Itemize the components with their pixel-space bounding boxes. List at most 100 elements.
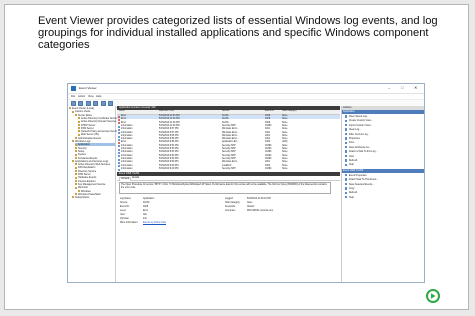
actions-section-event[interactable]: Event 1008, Perflib — [342, 168, 424, 173]
action-item[interactable]: Import Custom View... — [345, 124, 372, 128]
folder-icon — [75, 170, 77, 173]
play-circle-icon[interactable] — [426, 289, 440, 303]
action-item[interactable]: View — [345, 155, 354, 159]
action-label: Create Custom View... — [348, 119, 373, 123]
col-date[interactable]: Date and Time — [159, 110, 174, 113]
folder-icon — [75, 173, 77, 176]
action-label: Open Saved Log... — [348, 115, 369, 118]
action-item[interactable]: Help — [345, 196, 354, 200]
folder-icon — [78, 130, 80, 133]
folder-icon — [78, 117, 80, 120]
action-label: Event Properties — [348, 173, 367, 177]
close-button[interactable]: ✕ — [414, 86, 417, 90]
field-label: Keywords: — [225, 206, 236, 208]
action-icon — [345, 182, 348, 186]
action-label: Properties — [348, 137, 360, 140]
event-list-pane: Application Number of events: 500 Level … — [117, 106, 340, 282]
action-label: Save All Events As... — [348, 145, 371, 149]
folder-icon — [75, 113, 77, 116]
action-icon — [345, 195, 348, 199]
action-item[interactable]: Help — [345, 163, 354, 167]
col-task-category[interactable]: Task Category — [282, 110, 297, 113]
folder-icon — [75, 146, 77, 149]
field-label: Logged: — [225, 198, 234, 200]
action-icon — [345, 159, 348, 162]
action-label: Help — [348, 163, 354, 167]
actions-section-application[interactable]: Application — [342, 110, 424, 114]
col-event-id[interactable]: Event ID — [265, 110, 274, 113]
field-label: Event ID: — [120, 206, 130, 208]
folder-icon — [78, 127, 80, 130]
action-item[interactable]: Open Saved Log... — [345, 115, 369, 119]
info-icon — [118, 168, 120, 171]
slide: Event Viewer provides categorized lists … — [4, 4, 469, 310]
action-icon — [345, 123, 348, 127]
event-list-title: Application Number of events: 500 — [119, 106, 156, 109]
tab-general[interactable]: General — [119, 176, 132, 181]
action-item[interactable]: Save Selected Events... — [345, 183, 374, 187]
col-level[interactable]: Level — [119, 110, 125, 113]
minimize-button[interactable]: – — [388, 86, 390, 90]
field-label: Level: — [120, 210, 127, 212]
menu-action[interactable]: Action — [78, 95, 85, 98]
tree-item[interactable]: Subscriptions — [72, 196, 115, 199]
action-item[interactable]: Filter Current Log... — [345, 133, 369, 137]
action-label: Copy — [348, 187, 355, 190]
field-label: User: — [120, 214, 126, 216]
action-label: Clear Log... — [348, 128, 362, 132]
event-viewer-icon — [71, 86, 76, 91]
field-label: OpCode: — [120, 218, 130, 220]
action-label: Import Custom View... — [348, 123, 373, 127]
field-value: N/A — [143, 214, 147, 216]
field-value: Info — [143, 218, 147, 220]
folder-icon — [75, 150, 77, 153]
online-help-link[interactable]: Event Log Online Help — [143, 222, 166, 225]
row-task: None — [282, 167, 288, 170]
action-item[interactable]: Refresh — [345, 191, 357, 195]
field-value: Error — [143, 210, 149, 212]
field-value: Perflib — [143, 202, 150, 204]
action-label: Refresh — [348, 191, 358, 195]
action-icon — [345, 163, 348, 166]
menu-view[interactable]: View — [88, 95, 94, 98]
action-label: Refresh — [348, 159, 358, 162]
tree-item-label: Subscriptions — [75, 196, 90, 200]
action-label: Attach a Task To this Log... — [348, 150, 378, 154]
action-label: Filter Current Log... — [348, 132, 370, 136]
field-value: None — [247, 202, 253, 204]
tab-details[interactable]: Details — [131, 177, 140, 180]
folder-icon — [75, 193, 77, 196]
folder-icon — [72, 140, 74, 143]
action-item[interactable]: Create Custom View... — [345, 119, 373, 123]
folder-icon — [78, 120, 80, 123]
field-label: Computer: — [225, 210, 236, 212]
action-icon — [345, 132, 348, 136]
menu-help[interactable]: Help — [96, 95, 101, 98]
action-item[interactable]: Refresh — [345, 159, 357, 163]
row-source: Security-SPP — [222, 167, 236, 170]
action-item[interactable]: Clear Log... — [345, 128, 361, 132]
action-icon — [345, 178, 348, 181]
action-item[interactable]: Find... — [345, 141, 356, 145]
action-label: View — [348, 154, 355, 158]
field-value: 5/15/2019 11:30:10 PM — [247, 198, 271, 200]
maximize-button[interactable]: □ — [401, 86, 403, 90]
detail-tabs: General Details — [117, 176, 340, 181]
folder-icon — [78, 123, 80, 126]
action-icon — [345, 191, 348, 194]
field-value: Classic — [247, 206, 255, 208]
event-viewer-screenshot: Event Viewer – □ ✕ File Action View Help… — [67, 83, 425, 283]
action-item[interactable]: Attach Task To This Event... — [345, 178, 378, 182]
action-item[interactable]: Attach a Task To this Log... — [345, 150, 377, 154]
action-item[interactable]: Properties — [345, 137, 360, 141]
field-label: Log Name: — [120, 198, 132, 200]
col-source[interactable]: Source — [222, 110, 229, 113]
console-tree: Event Viewer (Local) Custom Views Server R… — [68, 106, 120, 282]
menu-file[interactable]: File — [71, 95, 75, 98]
field-value: Application — [143, 198, 155, 200]
action-item[interactable]: Save All Events As... — [345, 146, 371, 150]
action-icon — [345, 115, 348, 118]
table-row[interactable]: Information 5/15/2019 9:49 PM Security-SPP… — [117, 168, 340, 172]
action-item[interactable]: Copy — [345, 187, 354, 191]
action-item[interactable]: Event Properties — [345, 174, 367, 178]
